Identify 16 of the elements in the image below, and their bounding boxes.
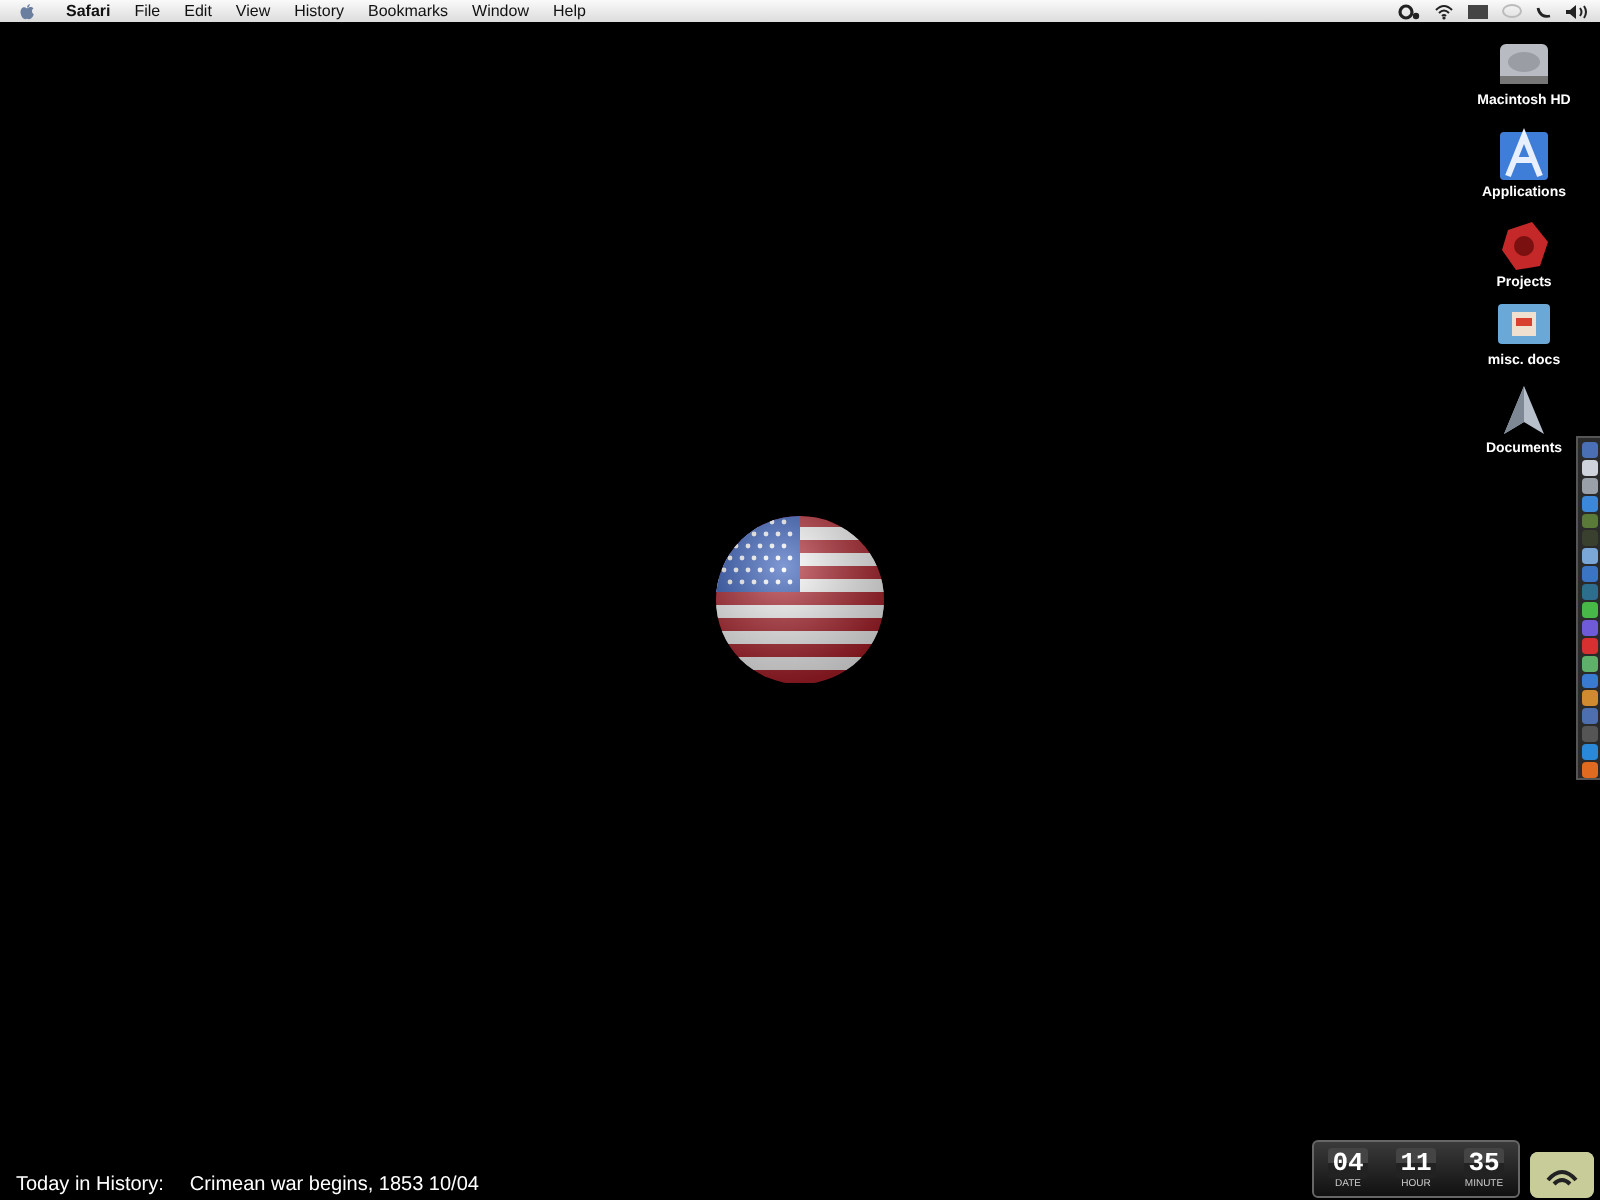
phone-icon[interactable]	[1536, 3, 1552, 19]
app-menu[interactable]: Safari	[54, 0, 123, 22]
display-icon[interactable]	[1468, 3, 1488, 19]
menu-item[interactable]: File	[122, 0, 173, 22]
wifi-icon[interactable]	[1434, 3, 1454, 19]
apple-icon[interactable]	[18, 1, 36, 21]
widget-button[interactable]	[1530, 1152, 1594, 1198]
menu-item[interactable]: Edit	[172, 0, 224, 22]
history-event: Crimean war begins, 1853 10/04	[189, 1174, 479, 1196]
menu-item[interactable]: Bookmarks	[356, 0, 461, 22]
menu-item[interactable]: Help	[540, 0, 598, 22]
history-label: Today in History:	[16, 1174, 164, 1196]
menu-item[interactable]: View	[223, 0, 283, 22]
speaker-icon[interactable]	[1566, 3, 1588, 19]
menu-item[interactable]: Window	[460, 0, 541, 22]
menu-item[interactable]: History	[282, 0, 357, 22]
